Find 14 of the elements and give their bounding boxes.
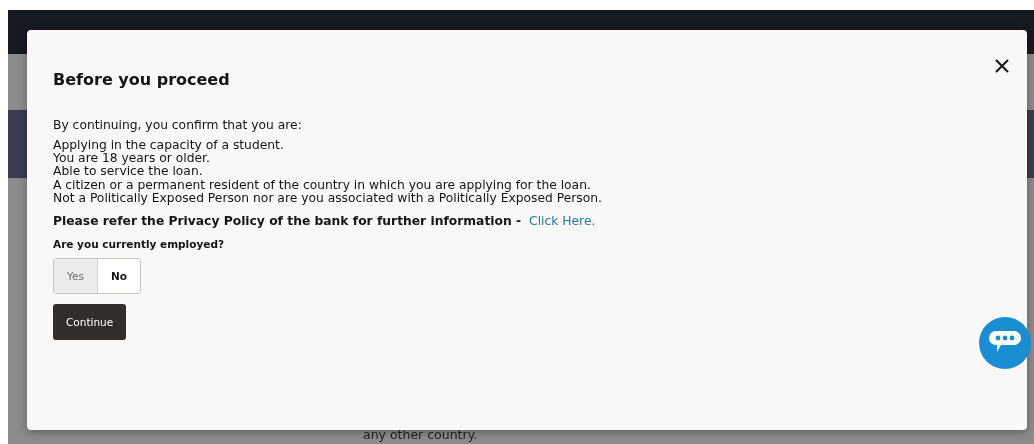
dialog-title: Before you proceed bbox=[53, 70, 231, 89]
condition-text: A citizen or a permanent resident of the country in which you are applying for the loan. bbox=[53, 178, 592, 192]
condition-text: Not a Politically Exposed Person nor are you associated with a Politically Exposed Person. bbox=[53, 191, 603, 205]
condition-text: Able to service the loan. bbox=[53, 165, 204, 179]
privacy-note: Please refer the Privacy Policy of the bank for further information - bbox=[53, 214, 522, 228]
privacy-link[interactable]: Click Here. bbox=[529, 214, 596, 228]
intro-text: By continuing, you confirm that you are: bbox=[53, 117, 303, 133]
background-text: any other country. bbox=[363, 427, 478, 442]
question-label: Are you currently employed? bbox=[53, 238, 225, 250]
condition-text: You are 18 years or older. bbox=[53, 152, 211, 166]
continue-button[interactable]: Continue bbox=[53, 304, 127, 340]
toggle-option[interactable]: No bbox=[97, 259, 140, 293]
condition-text: Applying in the capacity of a student. bbox=[53, 139, 285, 152]
toggle-option[interactable]: Yes bbox=[54, 259, 97, 293]
